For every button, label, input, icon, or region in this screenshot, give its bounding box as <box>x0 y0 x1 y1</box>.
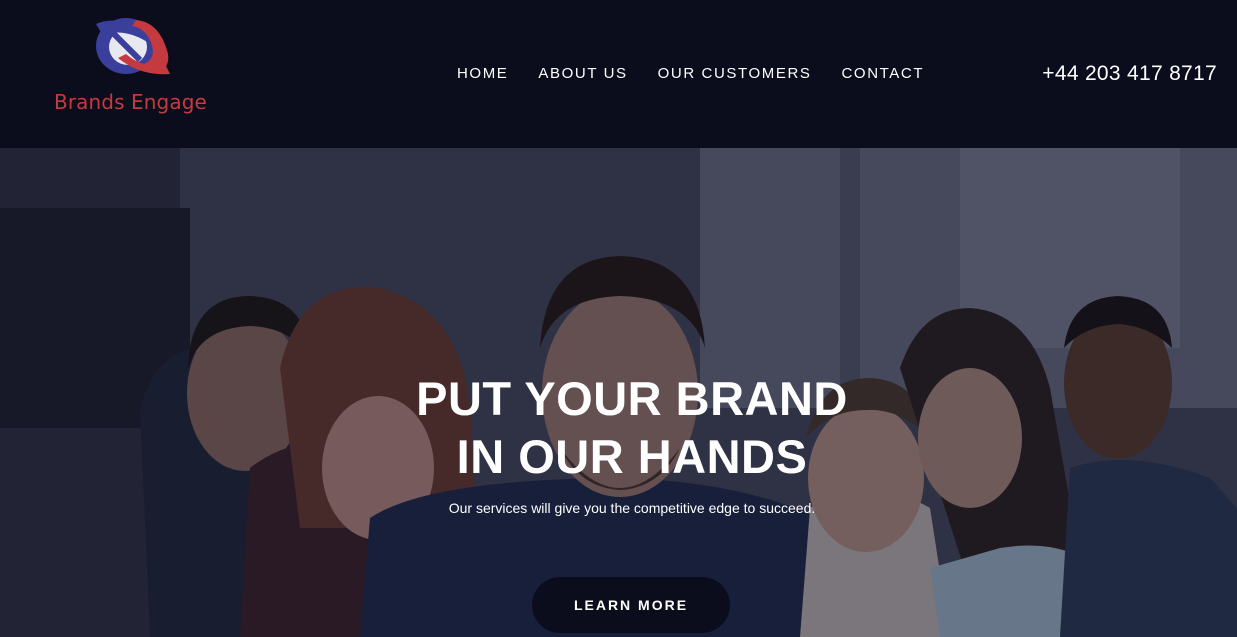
brand-name: Brands Engage <box>54 90 207 114</box>
site-header: Brands Engage HOME ABOUT US OUR CUSTOMER… <box>0 0 1237 148</box>
hero-subtitle: Our services will give you the competiti… <box>448 500 816 516</box>
hero-section: PUT YOUR BRAND IN OUR HANDS Our services… <box>0 148 1237 637</box>
learn-more-button[interactable]: LEARN MORE <box>532 577 730 633</box>
nav-our-customers[interactable]: OUR CUSTOMERS <box>658 64 812 84</box>
hero-title-line-1: PUT YOUR BRAND <box>416 372 848 425</box>
nav-about-us[interactable]: ABOUT US <box>538 64 627 84</box>
hero-title: PUT YOUR BRAND IN OUR HANDS <box>0 370 1237 486</box>
phone-number[interactable]: +44 203 417 8717 <box>1042 61 1217 87</box>
brands-engage-logo-icon <box>96 18 170 75</box>
hero-title-line-2: IN OUR HANDS <box>456 430 808 483</box>
nav-home[interactable]: HOME <box>457 64 508 84</box>
brand-logo[interactable]: Brands Engage <box>54 12 214 122</box>
main-nav: HOME ABOUT US OUR CUSTOMERS CONTACT <box>457 64 924 84</box>
nav-contact[interactable]: CONTACT <box>842 64 925 84</box>
